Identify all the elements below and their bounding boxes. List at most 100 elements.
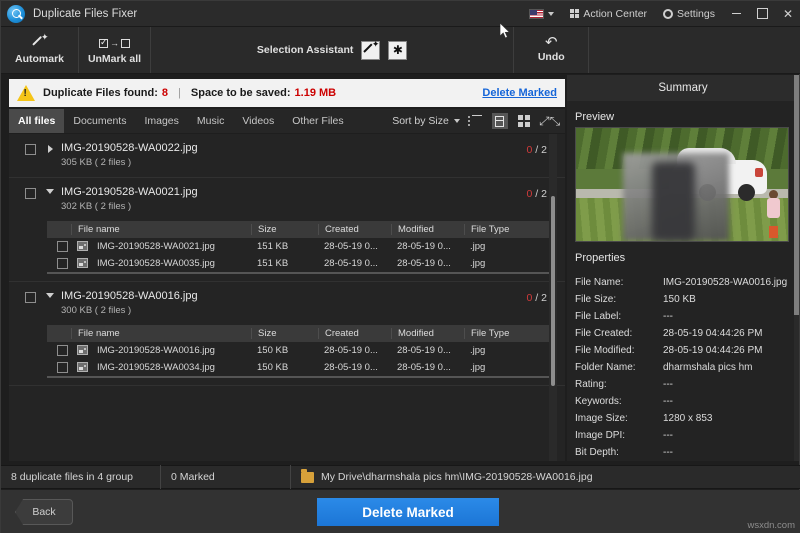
column-header-created[interactable]: Created	[318, 224, 391, 235]
tile-view-icon[interactable]	[518, 115, 530, 127]
unmark-all-button[interactable]: → UnMark all	[79, 27, 151, 73]
column-header-modified[interactable]: Modified	[391, 224, 464, 235]
table-row[interactable]: IMG-20190528-WA0034.jpg 150 KB 28-05-19 …	[47, 359, 551, 376]
group-subtitle: 305 KB ( 2 files )	[61, 157, 198, 168]
column-header-modified[interactable]: Modified	[391, 328, 464, 339]
file-type: .jpg	[464, 241, 524, 252]
column-header-size[interactable]: Size	[251, 328, 318, 339]
column-header-file-name[interactable]: File name	[71, 224, 251, 235]
sort-by-dropdown[interactable]: Sort by Size	[392, 109, 468, 133]
list-scrollbar[interactable]	[549, 134, 557, 461]
image-file-icon	[77, 241, 88, 251]
file-type: .jpg	[464, 258, 524, 269]
selection-assistant-wand-button[interactable]	[361, 41, 380, 60]
list-view-icon[interactable]	[468, 115, 482, 128]
property-value: ---	[663, 395, 791, 408]
file-created: 28-05-19 0...	[318, 241, 391, 252]
minimize-button[interactable]	[723, 1, 749, 27]
property-row: File Modified: 28-05-19 04:44:26 PM	[567, 342, 799, 359]
grid-icon	[570, 9, 580, 19]
gear-icon	[663, 9, 673, 19]
group-checkbox[interactable]	[25, 292, 36, 303]
file-table: File name Size Created Modified File Typ…	[47, 325, 551, 378]
tab-videos[interactable]: Videos	[233, 109, 283, 133]
property-row: Image DPI: ---	[567, 427, 799, 444]
group-header[interactable]: IMG-20190528-WA0022.jpg 305 KB ( 2 files…	[9, 134, 565, 177]
magic-wand-icon	[32, 35, 48, 51]
table-row[interactable]: IMG-20190528-WA0016.jpg 150 KB 28-05-19 …	[47, 342, 551, 359]
property-row: File Created: 28-05-19 04:44:26 PM	[567, 325, 799, 342]
automark-button[interactable]: Automark	[1, 27, 79, 73]
detail-view-icon[interactable]	[492, 113, 508, 129]
maximize-button[interactable]	[749, 1, 775, 27]
group-header[interactable]: IMG-20190528-WA0016.jpg 300 KB ( 2 files…	[9, 282, 565, 325]
expand-icon[interactable]: ⤢⤡	[539, 115, 560, 127]
undo-button[interactable]: ↶ Undo	[514, 27, 589, 73]
property-key: Rating:	[575, 378, 663, 391]
expand-collapse-toggle[interactable]	[44, 189, 56, 194]
settings-button[interactable]: Settings	[655, 1, 723, 27]
property-row: Rating: ---	[567, 376, 799, 393]
panel-scrollbar-thumb[interactable]	[794, 75, 799, 315]
us-flag-icon	[529, 9, 544, 19]
filter-tabs-bar: All files Documents Images Music Videos …	[9, 109, 565, 133]
column-header-file-name[interactable]: File name	[71, 328, 251, 339]
property-row: Image Size: 1280 x 853	[567, 410, 799, 427]
space-saved-label: Space to be saved:	[191, 87, 291, 99]
tab-music[interactable]: Music	[188, 109, 233, 133]
preview-image[interactable]	[575, 127, 789, 242]
language-selector[interactable]	[521, 1, 562, 27]
property-row: Folder Name: dharmshala pics hm	[567, 359, 799, 376]
table-row[interactable]: IMG-20190528-WA0021.jpg 151 KB 28-05-19 …	[47, 238, 551, 255]
group-checkbox[interactable]	[25, 144, 36, 155]
mouse-cursor	[500, 23, 511, 39]
expand-collapse-toggle[interactable]	[44, 293, 56, 298]
table-bottom-border	[47, 272, 551, 274]
file-size: 150 KB	[251, 345, 318, 356]
magnifier-logo-icon	[7, 5, 25, 23]
status-path: My Drive\dharmshala pics hm\IMG-20190528…	[321, 471, 593, 483]
preview-label: Preview	[575, 111, 799, 123]
file-checkbox[interactable]	[57, 258, 68, 269]
column-header-size[interactable]: Size	[251, 224, 318, 235]
selection-assistant-star-button[interactable]: ✱	[388, 41, 407, 60]
property-key: File Name:	[575, 276, 663, 289]
panel-scrollbar[interactable]	[794, 75, 799, 461]
close-button[interactable]: ✕	[775, 1, 800, 27]
delete-marked-button[interactable]: Delete Marked	[317, 498, 499, 526]
settings-label: Settings	[677, 8, 715, 20]
file-size: 150 KB	[251, 362, 318, 373]
file-checkbox[interactable]	[57, 241, 68, 252]
column-header-file-type[interactable]: File Type	[464, 224, 524, 235]
warning-triangle-icon	[17, 85, 35, 101]
file-checkbox[interactable]	[57, 362, 68, 373]
duplicate-group: IMG-20190528-WA0016.jpg 300 KB ( 2 files…	[9, 282, 565, 386]
list-scrollbar-thumb[interactable]	[551, 196, 555, 386]
duplicate-group: IMG-20190528-WA0022.jpg 305 KB ( 2 files…	[9, 134, 565, 178]
action-center-label: Action Center	[583, 8, 647, 20]
column-header-file-type[interactable]: File Type	[464, 328, 524, 339]
property-value: ---	[663, 429, 791, 442]
duplicates-found-label: Duplicate Files found:	[43, 87, 158, 99]
delete-marked-link[interactable]: Delete Marked	[482, 87, 557, 99]
back-button[interactable]: Back	[15, 499, 73, 525]
expand-collapse-toggle[interactable]	[44, 145, 56, 153]
summary-banner: Duplicate Files found: 8 | Space to be s…	[9, 79, 565, 107]
property-key: Folder Name:	[575, 361, 663, 374]
table-row[interactable]: IMG-20190528-WA0035.jpg 151 KB 28-05-19 …	[47, 255, 551, 272]
properties-label: Properties	[575, 252, 799, 264]
column-header-created[interactable]: Created	[318, 328, 391, 339]
tab-all-files[interactable]: All files	[9, 109, 64, 133]
automark-label: Automark	[15, 53, 64, 65]
property-value: ---	[663, 446, 791, 459]
tab-other-files[interactable]: Other Files	[283, 109, 352, 133]
group-marked-count: 0 / 2	[527, 292, 547, 304]
action-center-button[interactable]: Action Center	[562, 1, 655, 27]
file-checkbox[interactable]	[57, 345, 68, 356]
group-header[interactable]: IMG-20190528-WA0021.jpg 302 KB ( 2 files…	[9, 178, 565, 221]
group-checkbox[interactable]	[25, 188, 36, 199]
tab-images[interactable]: Images	[135, 109, 187, 133]
duplicate-groups-list[interactable]: IMG-20190528-WA0022.jpg 305 KB ( 2 files…	[9, 134, 565, 461]
tab-documents[interactable]: Documents	[64, 109, 135, 133]
group-marked-count: 0 / 2	[527, 188, 547, 200]
